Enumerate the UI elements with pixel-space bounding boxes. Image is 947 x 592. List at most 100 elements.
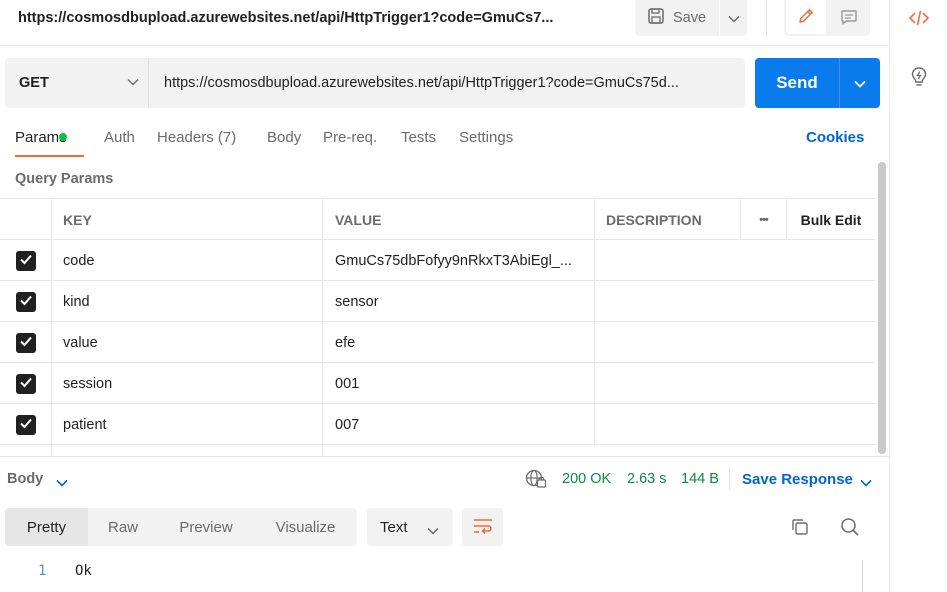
row-checkbox-cell	[0, 281, 51, 322]
divider	[729, 468, 730, 490]
row-checkbox[interactable]	[15, 373, 36, 394]
checkmark-icon	[19, 253, 33, 269]
response-body-line[interactable]: Ok	[75, 563, 92, 579]
lightbulb-icon[interactable]	[908, 66, 930, 88]
param-key[interactable]: patient	[51, 404, 322, 445]
row-checkbox-cell	[0, 322, 51, 363]
code-icon[interactable]	[908, 7, 930, 29]
url-input[interactable]	[150, 58, 745, 108]
description-column-header: DESCRIPTION	[594, 199, 740, 240]
param-description[interactable]	[594, 281, 875, 322]
param-key[interactable]: kind	[51, 281, 322, 322]
save-button[interactable]: Save	[635, 0, 718, 36]
save-response-button[interactable]: Save Response	[742, 471, 853, 488]
method-label: GET	[19, 75, 49, 91]
response-scrollbar[interactable]	[862, 560, 863, 592]
checkmark-icon	[19, 417, 33, 433]
status-code[interactable]: 200 OK	[562, 471, 611, 487]
send-button[interactable]: Send	[755, 58, 839, 108]
more-horizontal-icon: •••	[759, 213, 769, 226]
response-bar: Body 200 OK 2.63 s 144 B Save Response	[0, 456, 889, 500]
row-checkbox[interactable]	[15, 332, 36, 353]
send-options-button[interactable]	[840, 58, 880, 108]
table-row-new[interactable]	[0, 444, 875, 457]
param-value-text: GmuCs75dbFofyy9nRkxT3AbiEgl_...	[335, 252, 572, 269]
bulk-edit-button[interactable]: Bulk Edit	[786, 199, 875, 240]
cookies-link[interactable]: Cookies	[806, 129, 864, 146]
table-row: value efe	[0, 321, 875, 363]
table-row: code GmuCs75dbFofyy9nRkxT3AbiEgl_...	[0, 239, 875, 281]
copy-icon	[790, 517, 810, 540]
divider	[766, 0, 767, 36]
tab-pretty[interactable]: Pretty	[5, 508, 88, 546]
comment-icon	[840, 8, 858, 29]
param-description[interactable]	[594, 363, 875, 404]
row-checkbox[interactable]	[15, 291, 36, 312]
chevron-down-icon	[727, 10, 740, 26]
wrap-lines-button[interactable]	[462, 508, 503, 546]
param-value[interactable]: 001	[322, 363, 594, 404]
param-value[interactable]: efe	[322, 322, 594, 363]
chevron-down-icon[interactable]	[56, 474, 68, 490]
wrap-lines-icon	[472, 517, 494, 538]
save-options-button[interactable]	[720, 0, 747, 36]
param-description[interactable]	[594, 404, 875, 445]
pencil-icon	[797, 7, 815, 28]
params-scrollbar-thumb[interactable]	[878, 162, 886, 454]
param-key[interactable]: code	[51, 240, 322, 281]
save-icon	[647, 7, 665, 29]
chevron-down-icon[interactable]	[860, 474, 872, 490]
line-number: 1	[38, 563, 47, 579]
param-key[interactable]: value	[51, 322, 322, 363]
row-checkbox-cell	[0, 240, 51, 281]
tab-body[interactable]: Body	[267, 129, 301, 146]
response-body-label[interactable]: Body	[7, 471, 43, 487]
request-tabs: Params Auth Headers (7) Body Pre-req. Te…	[0, 120, 880, 160]
copy-button[interactable]	[788, 516, 812, 540]
active-tab-underline	[15, 155, 84, 157]
comments-mode-button[interactable]	[828, 0, 870, 36]
checkmark-icon	[19, 294, 33, 310]
edit-mode-button[interactable]	[786, 0, 826, 34]
tab-preview[interactable]: Preview	[158, 508, 254, 546]
row-checkbox-cell	[0, 404, 51, 445]
right-sidebar	[889, 0, 947, 592]
search-button[interactable]	[838, 516, 862, 540]
row-checkbox[interactable]	[15, 414, 36, 435]
response-format-label: Text	[380, 518, 408, 536]
request-bar: GET	[5, 58, 745, 108]
value-column-header: VALUE	[322, 199, 594, 240]
param-value[interactable]: GmuCs75dbFofyy9nRkxT3AbiEgl_...	[322, 240, 594, 281]
tab-visualize[interactable]: Visualize	[254, 508, 357, 546]
method-select[interactable]: GET	[5, 58, 149, 108]
table-header-row: KEY VALUE DESCRIPTION ••• Bulk Edit	[0, 198, 875, 240]
param-description[interactable]	[594, 240, 875, 281]
row-checkbox[interactable]	[15, 250, 36, 271]
response-size[interactable]: 144 B	[681, 471, 719, 487]
more-options-button[interactable]: •••	[740, 199, 786, 240]
globe-icon[interactable]	[525, 469, 547, 492]
tab-settings[interactable]: Settings	[459, 129, 513, 146]
param-value[interactable]: 007	[322, 404, 594, 445]
param-value[interactable]: sensor	[322, 281, 594, 322]
tab-auth[interactable]: Auth	[104, 129, 135, 146]
tab-tests[interactable]: Tests	[401, 129, 436, 146]
response-format-select[interactable]: Text	[367, 508, 453, 546]
table-row: patient 007	[0, 403, 875, 445]
send-split-button: Send	[755, 58, 880, 108]
query-params-title: Query Params	[15, 171, 114, 187]
response-time[interactable]: 2.63 s	[627, 471, 667, 487]
checkmark-icon	[19, 335, 33, 351]
tab-pre-request[interactable]: Pre-req.	[323, 129, 377, 146]
param-key[interactable]: session	[51, 363, 322, 404]
param-description[interactable]	[594, 322, 875, 363]
tab-raw[interactable]: Raw	[88, 508, 158, 546]
chevron-down-icon	[126, 75, 140, 93]
save-label: Save	[673, 10, 707, 26]
params-indicator-dot	[59, 133, 67, 141]
view-mode-toggle	[784, 0, 870, 36]
tab-headers[interactable]: Headers (7)	[157, 129, 236, 146]
request-title[interactable]: https://cosmosdbupload.azurewebsites.net…	[18, 10, 553, 26]
checkmark-icon	[19, 376, 33, 392]
chevron-down-icon	[427, 522, 439, 539]
